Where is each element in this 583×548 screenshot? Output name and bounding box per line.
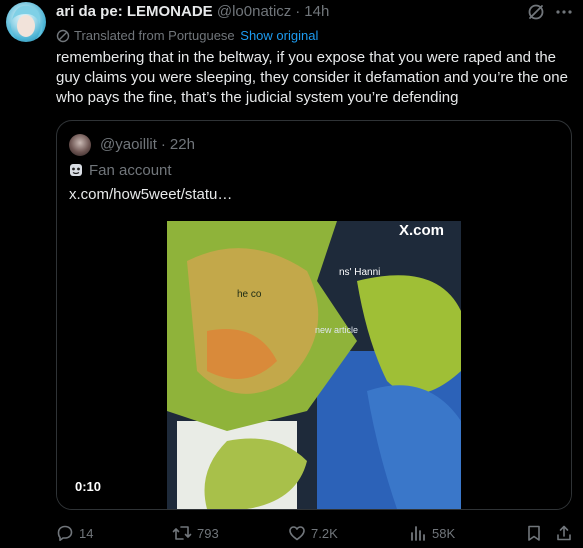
video-player[interactable]: X.com ns' Hanni he co new article 0:10 [57,221,571,509]
quote-header: @yaoillit · 22h [100,136,195,154]
like-count: 7.2K [311,526,338,541]
video-duration: 0:10 [75,479,102,494]
bookmark-icon [528,525,540,541]
video-overlay-text: he co [237,289,262,300]
views-count: 58K [432,526,456,541]
video-watermark: X.com [399,222,445,239]
video-frame[interactable]: X.com ns' Hanni he co new article [167,221,461,509]
quote-handle[interactable]: @yaoillit [100,136,157,153]
tweet[interactable]: ari da pe: LEMONADE @lo0naticz · 14h Trans… [0,0,583,546]
like-button[interactable]: 7.2K [288,524,338,544]
quote-avatar[interactable] [69,134,91,156]
repost-icon [172,526,192,540]
reply-icon [57,525,73,542]
reply-count: 14 [79,526,94,541]
translated-label: Translated from Portuguese [74,28,235,43]
user-handle[interactable]: @lo0naticz [217,3,291,20]
separator-dot: · [160,136,166,153]
translation-notice: Translated from Portuguese Show original [56,28,318,44]
quoted-tweet[interactable]: @yaoillit · 22h Fan account x.com/how5weet… [56,120,572,510]
video-overlay-text: ns' Hanni [339,267,381,278]
translate-icon [56,29,70,43]
views-icon [411,526,425,541]
views-button[interactable]: 58K [409,524,455,544]
bookmark-button[interactable] [525,524,548,544]
action-bar: 14 793 7.2K 58K [0,520,583,548]
mask-icon [70,164,82,176]
share-icon [557,525,571,541]
more-icon[interactable] [554,2,574,22]
repost-count: 793 [197,526,219,541]
tweet-header: ari da pe: LEMONADE @lo0naticz · 14h [56,3,329,21]
avatar-image [9,5,43,42]
fan-account-label: Fan account [69,161,172,181]
grok-icon[interactable] [526,2,546,22]
show-original-link[interactable]: Show original [240,28,318,43]
avatar[interactable] [6,2,46,42]
reply-button[interactable]: 14 [56,524,93,544]
share-button[interactable] [555,524,578,544]
fan-account-text: Fan account [89,162,172,179]
quote-link[interactable]: x.com/how5weet/statu… [69,185,232,205]
like-icon [289,526,305,541]
display-name[interactable]: ari da pe: LEMONADE [56,3,213,20]
quote-time[interactable]: 22h [170,136,195,153]
tweet-time[interactable]: 14h [304,3,329,20]
video-thumbnail [167,221,461,509]
video-overlay-text: new article [315,325,359,335]
separator-dot: · [295,3,301,20]
repost-button[interactable]: 793 [172,524,219,544]
tweet-text: remembering that in the beltway, if you … [56,49,568,106]
